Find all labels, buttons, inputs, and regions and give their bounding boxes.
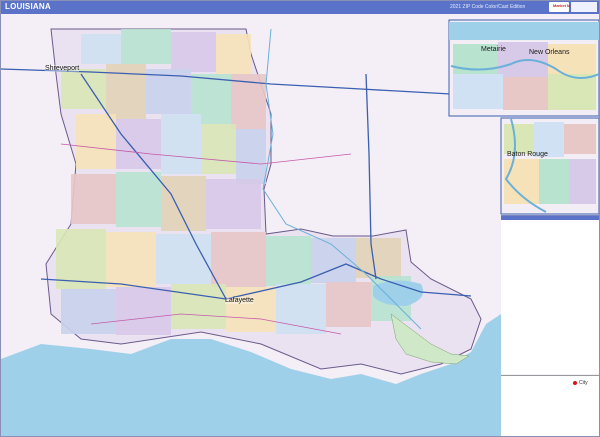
zip-region	[81, 34, 121, 64]
zip-region	[121, 29, 171, 64]
inset-lake	[449, 22, 599, 40]
zip-region	[236, 129, 266, 184]
inset-zip-region	[564, 124, 596, 154]
inset-city-new-orleans: New Orleans	[529, 49, 570, 56]
legend-city-label: City	[579, 380, 588, 386]
legend-city-key: City	[573, 380, 588, 386]
inset-zip-region	[569, 159, 596, 204]
zip-region	[61, 289, 116, 334]
zip-region	[116, 119, 161, 169]
inset-zip-region	[504, 159, 539, 204]
zip-region	[326, 282, 371, 327]
inset-zip-region	[504, 124, 534, 154]
zip-region	[106, 64, 146, 119]
zip-region	[161, 176, 206, 231]
zip-region	[171, 32, 216, 72]
zip-region	[311, 238, 356, 283]
zip-region	[171, 284, 226, 329]
zip-region	[206, 179, 261, 229]
inset-city-baton-rouge: Baton Rouge	[507, 151, 548, 158]
title-bar: LOUISIANA 2021 ZIP Code Color/Cast Editi…	[1, 1, 599, 14]
map-title: LOUISIANA	[5, 2, 51, 11]
zip-index-header	[501, 216, 599, 220]
zip-index-panel	[501, 215, 599, 374]
zip-region	[211, 232, 266, 287]
city-dot-icon	[573, 380, 577, 385]
zip-region	[71, 174, 116, 224]
inset-zip-region	[503, 77, 548, 110]
city-label-shreveport: Shreveport	[45, 65, 80, 72]
zip-region	[61, 69, 106, 109]
city-label-lafayette: Lafayette	[225, 297, 254, 304]
zip-region	[201, 124, 236, 174]
zip-region	[106, 232, 156, 287]
zip-region	[216, 34, 251, 74]
map-frame: LOUISIANA 2021 ZIP Code Color/Cast Editi…	[0, 0, 600, 437]
zip-region	[161, 114, 201, 174]
zip-region	[116, 287, 171, 335]
inset-city-metairie: Metairie	[481, 46, 506, 53]
zip-region	[156, 234, 211, 284]
edition-text: 2021 ZIP Code Color/Cast Edition	[450, 4, 526, 10]
zip-region	[116, 172, 161, 227]
zip-region	[266, 236, 311, 286]
inset-zip-region	[539, 159, 569, 204]
zip-region	[76, 114, 116, 169]
logo-badge	[571, 2, 597, 12]
inset-zip-region	[548, 74, 596, 110]
zip-region	[356, 238, 401, 278]
inset-zip-region	[453, 74, 503, 109]
